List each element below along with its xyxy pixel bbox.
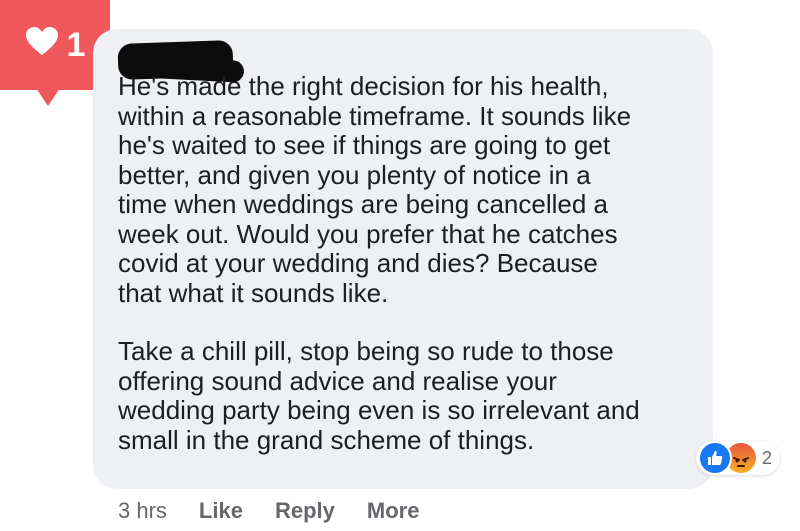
- comment-line: within a reasonable timeframe. It sounds…: [118, 100, 632, 131]
- like-icon: [698, 441, 732, 475]
- comment-line: offering sound advice and realise your: [118, 365, 557, 396]
- comment-line: wedding party being even is so irrelevan…: [118, 395, 640, 425]
- comment-paragraph-1: He's made the right decision for his hea…: [118, 71, 698, 308]
- comment-line: covid at your wedding and dies? Because: [118, 248, 598, 278]
- comment-text: He's made the right decision for his hea…: [118, 71, 698, 455]
- reaction-count: 2: [762, 447, 773, 468]
- comment-line: that what it sounds like.: [118, 277, 389, 308]
- comment-line: he's waited to see if things are going t…: [118, 130, 611, 160]
- comment-paragraph-2: Take a chill pill, stop being so rude to…: [118, 336, 698, 455]
- heart-icon: [25, 26, 59, 65]
- comment-line: better, and given you plenty of notice i…: [118, 159, 591, 190]
- comment-line: He's made the right decision for his hea…: [118, 71, 609, 101]
- comment-line: small in the grand scheme of things.: [118, 424, 535, 455]
- reply-button[interactable]: Reply: [275, 498, 335, 524]
- comment-line: week out. Would you prefer that he catch…: [118, 218, 618, 249]
- notification-count: 1: [66, 25, 86, 64]
- comment-actions: 3 hrs Like Reply More: [118, 498, 451, 524]
- comment-line: Take a chill pill, stop being so rude to…: [118, 336, 614, 366]
- comment-timestamp[interactable]: 3 hrs: [118, 498, 167, 524]
- like-button[interactable]: Like: [199, 498, 243, 524]
- comment-line: time when weddings are being cancelled a: [118, 189, 608, 219]
- reactions-summary[interactable]: 2: [696, 441, 781, 475]
- more-button[interactable]: More: [367, 498, 420, 524]
